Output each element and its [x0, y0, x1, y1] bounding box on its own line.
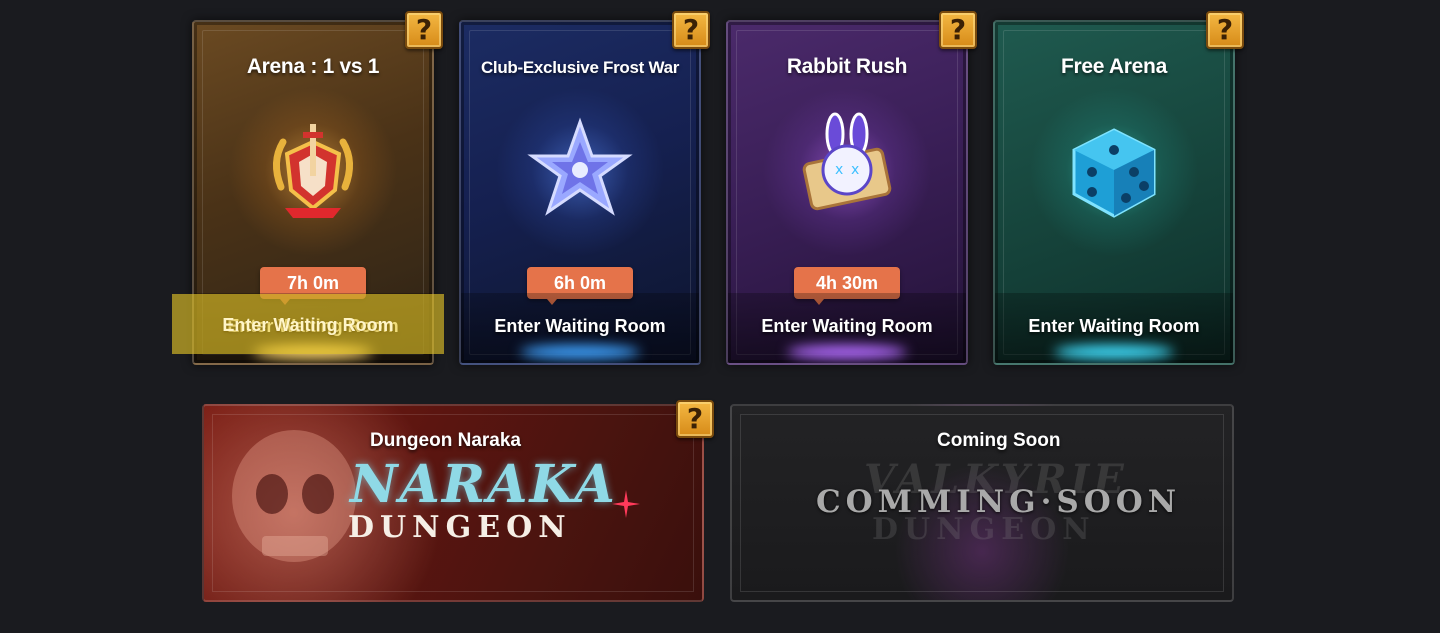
help-icon[interactable]: ?	[672, 11, 710, 49]
mode-card-rabbit-rush[interactable]: Rabbit Rush x x 4h 30m Enter Waiting Roo…	[726, 20, 968, 365]
enter-waiting-room-button[interactable]: Enter Waiting Room	[728, 293, 966, 363]
help-icon[interactable]: ?	[405, 11, 443, 49]
banner-art-text: COMMING·SOON	[816, 484, 1182, 520]
help-icon[interactable]: ?	[1206, 11, 1244, 49]
help-icon[interactable]: ?	[676, 400, 714, 438]
banner-title: Coming Soon	[937, 430, 1061, 451]
svg-text:x: x	[835, 162, 843, 178]
rabbit-scroll-icon: x x	[802, 112, 892, 211]
help-icon[interactable]: ?	[939, 11, 977, 49]
banner-title: Dungeon Naraka	[370, 430, 521, 451]
mode-card-free-arena[interactable]: Free Arena Enter Waiting Room	[993, 20, 1235, 365]
mode-title: Free Arena	[1061, 55, 1167, 78]
mode-card-frost-war[interactable]: Club-Exclusive Frost War 6h 0m Enter Wai…	[459, 20, 701, 365]
enter-waiting-room-button[interactable]: Enter Waiting Room	[461, 293, 699, 363]
mode-title: Arena : 1 vs 1	[246, 55, 380, 78]
banner-art-word: DUNGEON	[348, 510, 572, 545]
mode-title: Club-Exclusive Frost War	[480, 58, 680, 77]
trophy-shield-icon	[273, 124, 353, 218]
sparkle-icon	[612, 490, 640, 518]
coming-soon-banner: Coming Soon VALKYRIE DUNGEON COMMING·SOO…	[730, 404, 1234, 602]
snowflake-crystal-icon	[527, 117, 633, 216]
banner-art-script: NARAKA	[350, 454, 617, 515]
dice-icon	[1072, 128, 1156, 218]
dungeon-naraka-banner[interactable]: Dungeon Naraka NARAKA DUNGEON	[202, 404, 704, 602]
enter-waiting-room-button[interactable]: Enter Waiting Room	[995, 293, 1233, 363]
svg-text:x: x	[851, 162, 859, 178]
mode-title: Rabbit Rush	[786, 55, 908, 78]
selected-enter-button-highlight[interactable]: Enter Waiting Room	[172, 294, 444, 354]
